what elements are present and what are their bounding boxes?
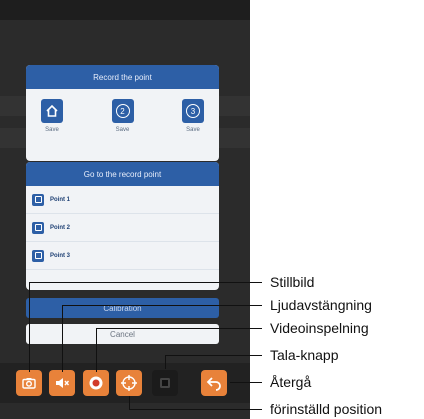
callout-back: Återgå <box>270 374 312 390</box>
callout-line-preset <box>129 409 262 410</box>
back-arrow-icon <box>206 377 221 391</box>
status-bar <box>0 0 250 20</box>
camera-icon <box>22 378 36 389</box>
save-label: Save <box>186 127 200 133</box>
speaker-mute-icon <box>56 378 70 388</box>
callout-line-record <box>96 328 97 372</box>
point-icon <box>32 221 44 234</box>
crosshair-icon <box>121 375 137 391</box>
callout-snapshot: Stillbild <box>270 274 315 290</box>
record-point-header: Record the point <box>26 65 219 89</box>
goto-item-label: Point 3 <box>50 252 71 259</box>
save-label: Save <box>115 127 130 133</box>
talk-icon <box>160 378 170 388</box>
callout-line-talk <box>165 355 166 369</box>
point-icon <box>32 249 44 262</box>
callout-line-snapshot <box>29 282 262 283</box>
snapshot-button[interactable] <box>16 370 42 396</box>
goto-item-point-3[interactable]: Point 3 <box>26 242 219 270</box>
bottom-toolbar <box>0 363 250 403</box>
callout-line-snapshot <box>29 282 30 372</box>
goto-point-header: Go to the record point <box>26 162 219 186</box>
point-2-icon: 2 <box>111 99 134 123</box>
point-3-icon: 3 <box>182 99 204 123</box>
back-button[interactable] <box>201 370 227 396</box>
callout-line-record <box>96 328 262 329</box>
calibration-button[interactable]: Calibration <box>26 298 219 318</box>
goto-item-label: Point 1 <box>50 196 71 203</box>
callout-line-mute <box>62 305 262 306</box>
save-slots: Save 2 Save 3 Save <box>26 89 219 133</box>
callout-mute: Ljudavstängning <box>270 297 372 313</box>
point-icon <box>32 193 44 206</box>
phone-screenshot: Record the point Save 2 Save 3 Save Go t… <box>0 0 250 419</box>
goto-item-label: Point 2 <box>50 224 71 231</box>
goto-point-dialog: Go to the record point Point 1 Point 2 P… <box>26 162 219 290</box>
callout-talk: Tala-knapp <box>270 347 339 363</box>
save-slot-1[interactable]: Save <box>32 99 72 133</box>
callout-line-mute <box>62 305 63 372</box>
cancel-button[interactable]: Cancel <box>26 324 219 344</box>
save-slot-3[interactable]: 3 Save <box>173 99 213 133</box>
goto-item-point-1[interactable]: Point 1 <box>26 186 219 214</box>
record-button[interactable] <box>83 370 109 396</box>
save-slot-2[interactable]: 2 Save <box>103 99 143 133</box>
record-point-dialog: Record the point Save 2 Save 3 Save <box>26 65 219 161</box>
callout-preset: förinställd position <box>270 401 383 417</box>
callout-record: Videoinspelning <box>270 320 369 336</box>
mute-button[interactable] <box>49 370 75 396</box>
callout-line-talk <box>165 355 262 356</box>
preset-button[interactable] <box>116 370 142 396</box>
callout-line-back <box>230 382 262 383</box>
home-icon <box>41 99 63 123</box>
goto-item-point-2[interactable]: Point 2 <box>26 214 219 242</box>
talk-button[interactable] <box>152 370 178 396</box>
callout-line-preset <box>129 396 130 410</box>
record-icon <box>89 376 103 390</box>
save-label: Save <box>45 127 59 133</box>
